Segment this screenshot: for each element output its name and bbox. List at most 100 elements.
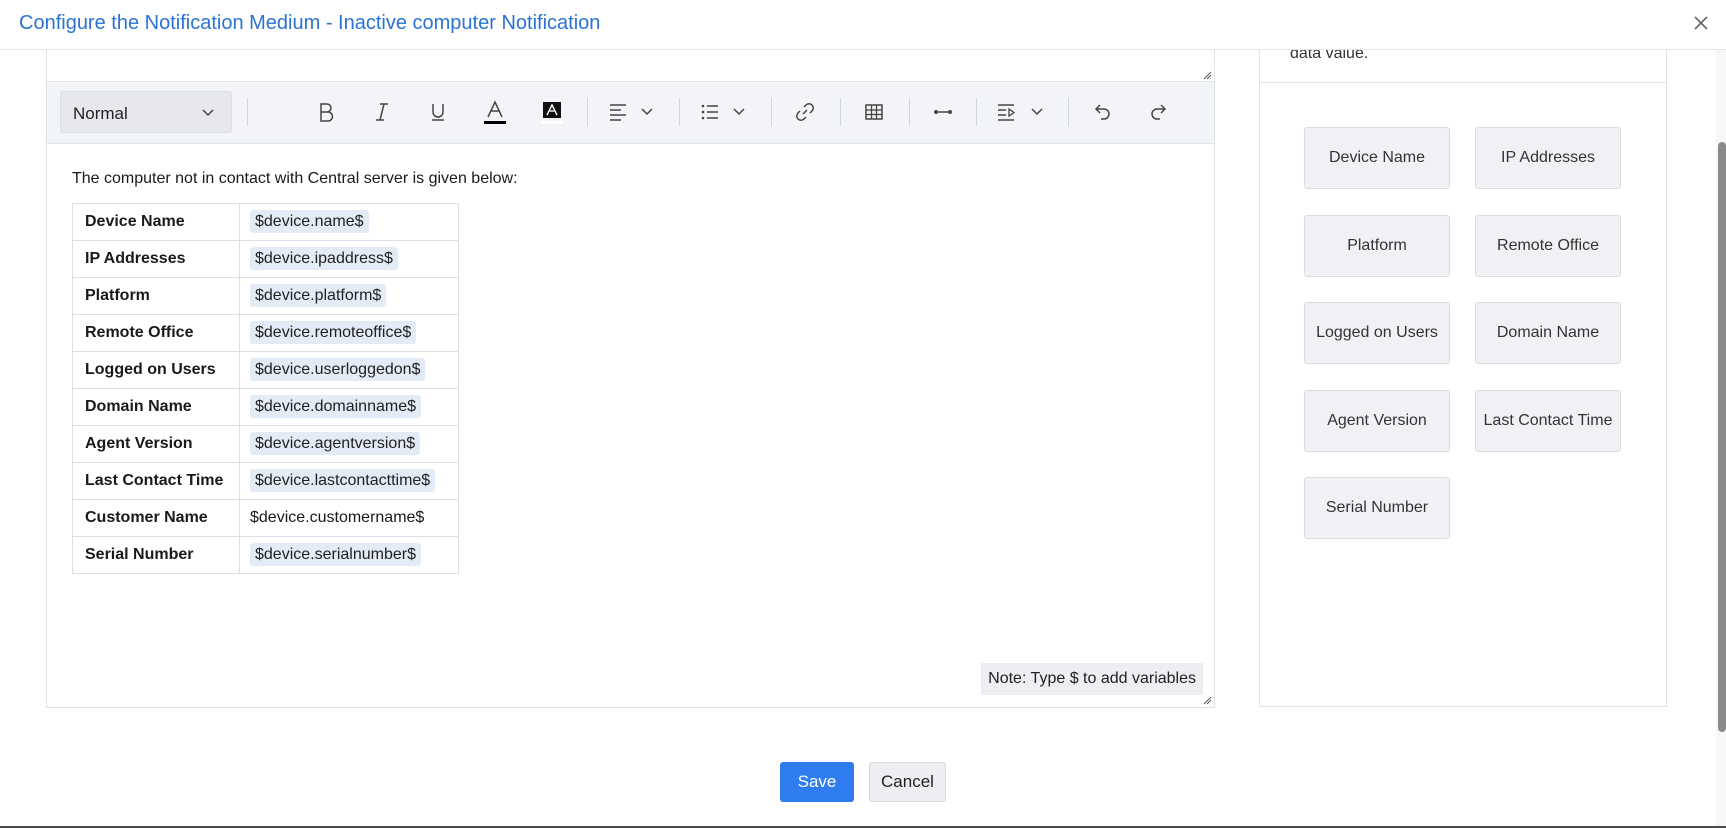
undo-icon [1094,104,1110,120]
link-icon [796,103,814,121]
variable-button-ip-addresses[interactable]: IP Addresses [1475,127,1621,189]
variable-button-domain-name[interactable]: Domain Name [1475,302,1621,364]
device-variables-table: Device Name $device.name$ IP Addresses $dev… [72,203,459,574]
bulleted-list-icon [701,104,745,120]
table-row: Serial Number $device.serialnumber$ [72,536,459,574]
variable-value-cell[interactable]: $device.ipaddress$ [239,240,459,278]
variable-label: Domain Name [72,388,240,426]
variable-label: Remote Office [72,314,240,352]
save-button[interactable]: Save [780,762,854,802]
font-color-button[interactable] [481,96,509,128]
link-button[interactable] [792,96,818,128]
highlight-color-button[interactable] [538,96,566,128]
horizontal-line-icon [934,110,952,114]
table-row: Last Contact Time $device.lastcontacttime… [72,462,459,500]
table-icon [865,104,883,120]
variable-label: Serial Number [72,536,240,574]
table-row: Logged on Users $device.userloggedon$ [72,351,459,389]
variable-chip: $device.lastcontacttime$ [250,469,436,492]
message-editor[interactable]: Normal The computer not in contact with … [46,81,1215,708]
variable-label: Agent Version [72,425,240,463]
variable-button-device-name[interactable]: Device Name [1304,127,1450,189]
variable-value-cell[interactable]: $device.remoteoffice$ [239,314,459,352]
variable-button-serial-number[interactable]: Serial Number [1304,477,1450,539]
align-dropdown[interactable] [609,96,655,128]
variable-button-platform[interactable]: Platform [1304,215,1450,277]
insert-field-icon [998,104,1043,121]
undo-button[interactable] [1089,96,1115,128]
panel-divider [1260,82,1666,83]
toolbar-separator [909,98,910,126]
variable-label: IP Addresses [72,240,240,278]
paragraph-format-value: Normal [73,104,128,123]
toolbar-separator [679,98,680,126]
variable-label: Last Contact Time [72,462,240,500]
variable-button-agent-version[interactable]: Agent Version [1304,390,1450,452]
variable-value-cell[interactable]: $device.userloggedon$ [239,351,459,389]
variable-value-cell[interactable]: $device.domainname$ [239,388,459,426]
variable-chip: $device.platform$ [250,284,387,307]
toolbar-separator [587,98,588,126]
list-dropdown[interactable] [701,96,747,128]
subject-editor[interactable] [46,49,1215,83]
variables-note: Note: Type $ to add variables [981,663,1203,695]
toolbar-separator [1068,98,1069,126]
bold-icon [320,103,334,122]
variable-chip: $device.name$ [250,210,369,233]
table-row: Customer Name $device.customername$ [72,499,459,537]
variable-value-cell[interactable]: $device.name$ [239,203,459,241]
table-row: IP Addresses $device.ipaddress$ [72,240,459,278]
underline-icon [432,104,444,121]
toolbar-separator [976,98,977,126]
chevron-down-icon [202,109,214,117]
variable-value-cell[interactable]: $device.serialnumber$ [239,536,459,574]
intro-text: The computer not in contact with Central… [72,170,518,187]
dialog-header: Configure the Notification Medium - Inac… [0,0,1726,50]
variable-value-cell[interactable]: $device.platform$ [239,277,459,315]
variable-label: Platform [72,277,240,315]
variable-value-cell[interactable]: $device.lastcontacttime$ [239,462,459,500]
bold-button[interactable] [313,96,339,128]
horizontal-line-button[interactable] [930,96,956,128]
underline-button[interactable] [425,96,451,128]
variable-label: Logged on Users [72,351,240,389]
close-icon [1694,16,1708,30]
variable-label: Customer Name [72,499,240,537]
variable-label: Device Name [72,203,240,241]
toolbar-separator [840,98,841,126]
scrollbar-thumb[interactable] [1718,142,1726,732]
dialog-title: Configure the Notification Medium - Inac… [19,12,601,34]
variable-chip: $device.domainname$ [250,395,421,418]
variable-chip: $device.agentversion$ [250,432,421,455]
cancel-button[interactable]: Cancel [869,762,946,802]
resize-handle-icon[interactable] [1201,694,1212,705]
table-row: Agent Version $device.agentversion$ [72,425,459,463]
variable-button-last-contact-time[interactable]: Last Contact Time [1475,390,1621,452]
editor-toolbar: Normal [47,82,1214,144]
variable-chip: $device.serialnumber$ [250,543,421,566]
variable-button-logged-on-users[interactable]: Logged on Users [1304,302,1450,364]
editor-content[interactable]: The computer not in contact with Central… [72,170,1172,574]
table-row: Platform $device.platform$ [72,277,459,315]
table-row: Domain Name $device.domainname$ [72,388,459,426]
table-row: Remote Office $device.remoteoffice$ [72,314,459,352]
redo-button[interactable] [1146,96,1172,128]
insert-table-button[interactable] [861,96,887,128]
close-button[interactable] [1690,12,1712,34]
variable-button-remote-office[interactable]: Remote Office [1475,215,1621,277]
insert-field-dropdown[interactable] [997,96,1045,128]
italic-button[interactable] [369,96,395,128]
variable-value-cell[interactable]: $device.customername$ [239,499,459,537]
variable-value-cell[interactable]: $device.agentversion$ [239,425,459,463]
variable-chip: $device.userloggedon$ [250,358,426,381]
redo-icon [1151,104,1167,120]
highlight-color-icon [541,102,563,124]
table-row: Device Name $device.name$ [72,203,459,241]
variables-panel: data value. Device Name IP Addresses Pla… [1259,45,1667,707]
align-left-icon [610,104,653,121]
variable-chip: $device.remoteoffice$ [250,321,417,344]
variable-text: $device.customername$ [250,509,425,526]
paragraph-format-select[interactable]: Normal [60,91,232,133]
resize-handle-icon[interactable] [1201,69,1212,80]
italic-icon [376,103,388,121]
